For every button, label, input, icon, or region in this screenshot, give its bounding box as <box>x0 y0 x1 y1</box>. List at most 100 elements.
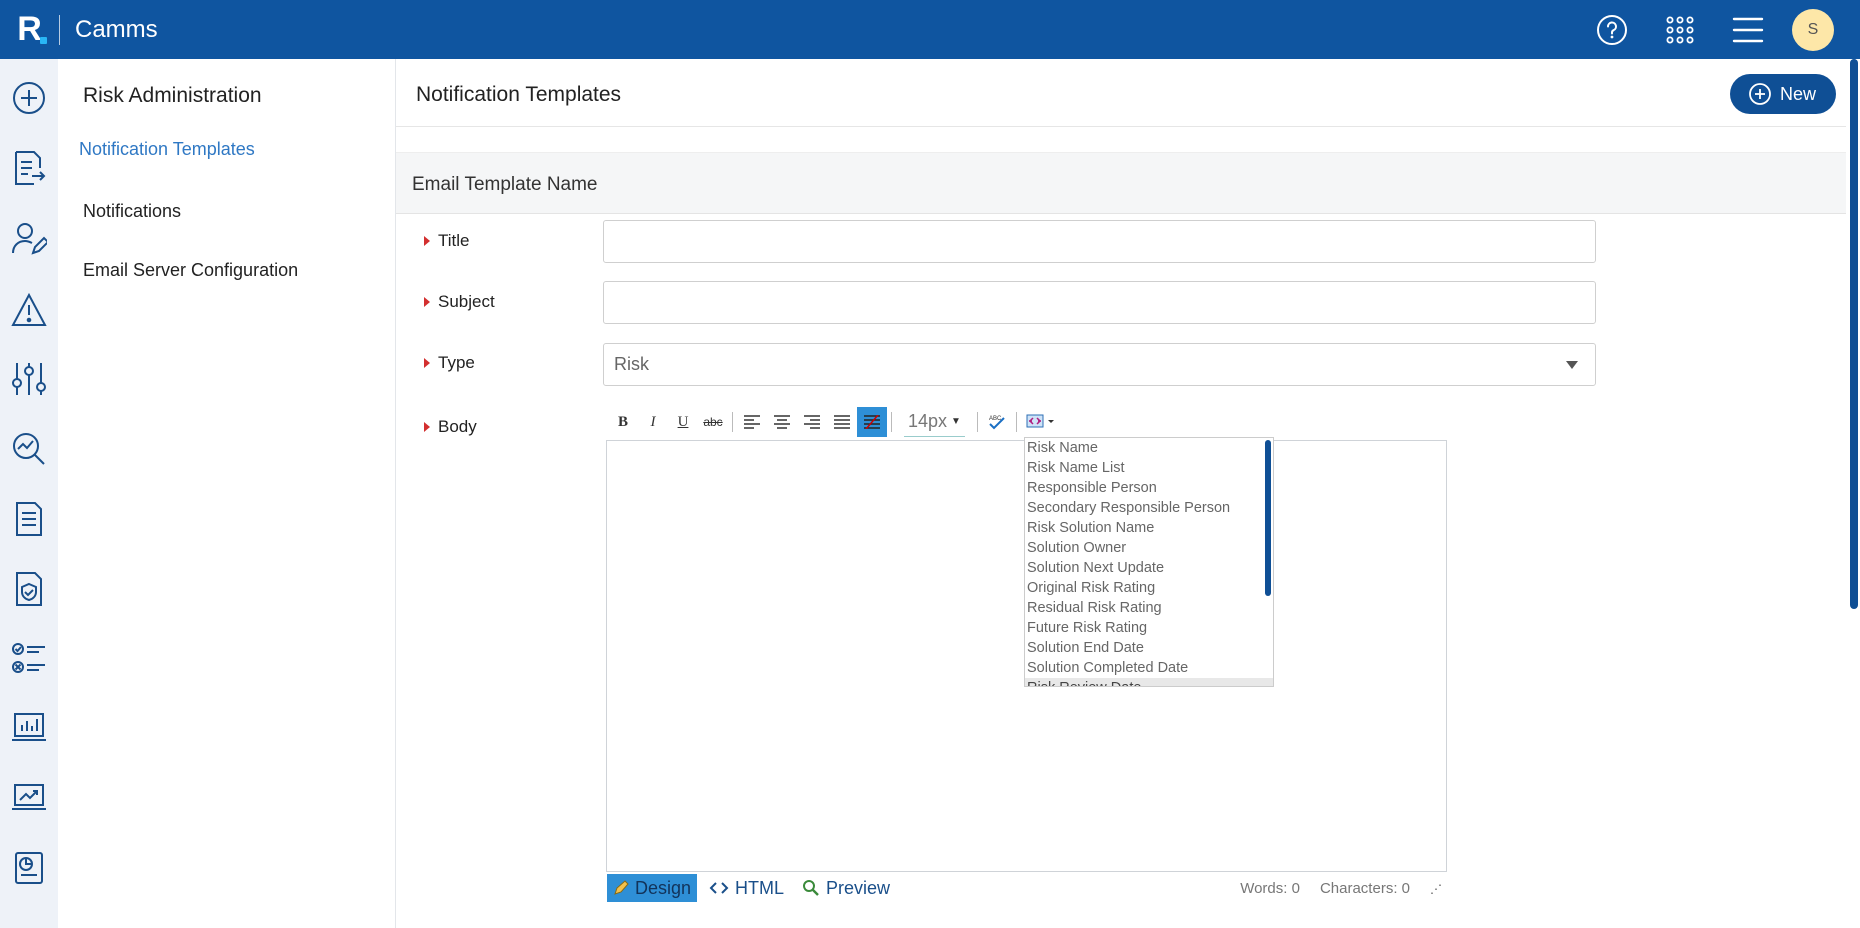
pencil-icon <box>614 880 629 895</box>
document-export-icon[interactable] <box>0 143 58 193</box>
trend-monitor-icon[interactable] <box>0 773 58 823</box>
editor-stats: Words: 0 Characters: 0 ⋰ <box>1240 880 1442 897</box>
document-chart-icon[interactable] <box>0 843 58 893</box>
app-name: Camms <box>75 15 158 43</box>
new-button-label: New <box>1779 83 1816 104</box>
word-count: Words: 0 <box>1240 880 1300 897</box>
dropdown-item[interactable]: Risk Name List <box>1025 458 1273 478</box>
preview-mode-button[interactable]: Preview <box>796 874 896 902</box>
section-header: Email Template Name <box>396 152 1846 214</box>
dropdown-item[interactable]: Original Risk Rating <box>1025 578 1273 598</box>
new-button[interactable]: New <box>1729 74 1836 114</box>
dropdown-item[interactable]: Solution Owner <box>1025 538 1273 558</box>
required-marker-icon <box>424 358 430 368</box>
toolbar-separator <box>891 412 892 432</box>
topbar-divider <box>59 14 60 45</box>
title-label: Title <box>424 231 470 251</box>
subject-label: Subject <box>424 292 495 312</box>
dropdown-item[interactable]: Responsible Person <box>1025 478 1273 498</box>
user-edit-icon[interactable] <box>0 214 58 264</box>
toolbar-separator <box>732 412 733 432</box>
strikethrough-button[interactable]: abc <box>698 407 728 437</box>
compliance-shield-icon[interactable] <box>0 564 58 614</box>
toolbar-separator <box>1015 412 1017 432</box>
dropdown-item[interactable]: Risk Solution Name <box>1025 518 1273 538</box>
subject-input[interactable] <box>603 281 1596 324</box>
character-count: Characters: 0 <box>1319 880 1410 897</box>
clear-format-icon[interactable] <box>857 407 887 437</box>
app-logo[interactable]: R <box>0 0 59 59</box>
report-icon[interactable] <box>0 494 58 544</box>
dropdown-item[interactable]: Future Risk Rating <box>1025 618 1273 638</box>
section-title: Email Template Name <box>412 174 598 195</box>
title-input[interactable] <box>603 220 1596 263</box>
font-size-select[interactable]: 14px ▼ <box>904 407 965 437</box>
align-right-icon[interactable] <box>797 407 827 437</box>
dropdown-item[interactable]: Solution End Date <box>1025 638 1273 658</box>
align-left-icon[interactable] <box>737 407 767 437</box>
required-marker-icon <box>424 422 430 432</box>
top-bar: R Camms S <box>0 0 1860 59</box>
font-size-value: 14px <box>908 411 948 431</box>
placeholder-dropdown: Risk Name Risk Name List Responsible Per… <box>1024 437 1274 687</box>
type-label: Type <box>424 353 475 373</box>
icon-rail <box>0 59 58 928</box>
body-label: Body <box>424 417 477 437</box>
magnifier-icon <box>803 880 819 896</box>
type-select-value: Risk <box>614 354 649 374</box>
dropdown-scrollbar[interactable] <box>1265 440 1271 596</box>
italic-button[interactable]: I <box>638 407 668 437</box>
required-marker-icon <box>424 236 430 246</box>
main-content: Notification Templates New Email Templat… <box>396 59 1846 928</box>
subnav-item-notification-templates[interactable]: Notification Templates <box>79 139 255 160</box>
checklist-icon[interactable] <box>0 634 58 684</box>
dropdown-item[interactable]: Risk Name <box>1025 438 1273 458</box>
subnav-item-notifications[interactable]: Notifications <box>83 201 181 222</box>
subnav-title: Risk Administration <box>83 84 262 107</box>
help-icon[interactable] <box>1578 0 1646 59</box>
editor-toolbar: B I U abc 14px ▼ ABC <box>608 407 1061 437</box>
html-mode-button[interactable]: HTML <box>703 874 790 902</box>
underline-button[interactable]: U <box>668 407 698 437</box>
type-label-text: Type <box>438 353 475 372</box>
dropdown-item[interactable]: Solution Completed Date <box>1025 658 1273 678</box>
warning-icon[interactable] <box>0 285 58 335</box>
dropdown-item[interactable]: Risk Review Date <box>1025 678 1273 686</box>
analytics-search-icon[interactable] <box>0 424 58 474</box>
spellcheck-icon[interactable]: ABC <box>982 407 1012 437</box>
align-center-icon[interactable] <box>767 407 797 437</box>
user-avatar[interactable]: S <box>1792 8 1834 51</box>
logo-dot <box>40 37 47 44</box>
title-label-text: Title <box>438 231 470 250</box>
controls-icon[interactable] <box>0 354 58 404</box>
chevron-down-icon <box>1566 361 1578 369</box>
type-select[interactable]: Risk <box>603 343 1596 386</box>
add-circle-icon <box>1749 83 1771 105</box>
align-justify-icon[interactable] <box>827 407 857 437</box>
admin-subnav: Risk Administration Notification Templat… <box>58 59 396 928</box>
body-label-text: Body <box>438 417 477 436</box>
caret-down-icon: ▼ <box>951 416 961 427</box>
html-mode-label: HTML <box>735 877 785 898</box>
dropdown-item[interactable]: Solution Next Update <box>1025 558 1273 578</box>
top-right-actions: S <box>1578 0 1860 59</box>
page-scrollbar[interactable] <box>1850 59 1858 609</box>
design-mode-button[interactable]: Design <box>607 874 698 902</box>
dashboard-bars-icon[interactable] <box>0 703 58 753</box>
toolbar-separator <box>976 412 978 432</box>
preview-mode-label: Preview <box>826 877 891 898</box>
menu-icon[interactable] <box>1714 0 1782 59</box>
bold-button[interactable]: B <box>608 407 638 437</box>
app-grid-icon[interactable] <box>1646 0 1714 59</box>
design-mode-label: Design <box>635 877 692 898</box>
subnav-item-email-server-configuration[interactable]: Email Server Configuration <box>83 260 298 281</box>
page-title: Notification Templates <box>416 83 622 106</box>
dropdown-item[interactable]: Secondary Responsible Person <box>1025 498 1273 518</box>
logo-letter: R <box>17 10 42 48</box>
insert-placeholder-icon[interactable] <box>1021 407 1061 437</box>
resize-handle-icon[interactable]: ⋰ <box>1430 882 1442 896</box>
code-icon <box>709 882 729 894</box>
dropdown-item[interactable]: Residual Risk Rating <box>1025 598 1273 618</box>
add-icon[interactable] <box>0 73 58 123</box>
subject-label-text: Subject <box>438 292 495 311</box>
